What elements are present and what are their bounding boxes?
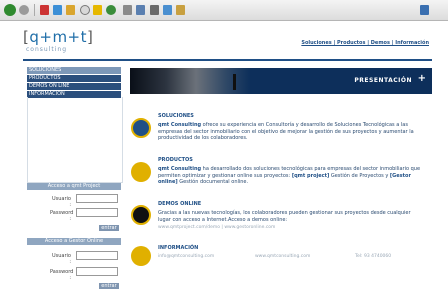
login-qmt-pass-row: Password : [27, 207, 121, 222]
contact-phone: Tel: 93 4740060 [355, 254, 392, 259]
contact-email[interactable]: info@qmtconsulting.com [158, 254, 214, 259]
section-title: PRODUCTOS [158, 157, 193, 163]
login-qmt-user-row: Usuario : [27, 193, 121, 208]
password-label: Password : [50, 269, 74, 281]
search-icon[interactable] [80, 5, 90, 15]
header-divider [23, 59, 432, 61]
print-icon[interactable] [136, 5, 145, 15]
section-title: INFORMACIÓN [158, 245, 199, 251]
company-logo[interactable]: [q+m+t] consulting [23, 28, 94, 54]
home-icon[interactable] [66, 5, 75, 15]
refresh-icon[interactable] [53, 5, 62, 15]
messenger-icon[interactable] [176, 5, 185, 15]
links-icon[interactable] [420, 5, 429, 15]
username-input[interactable] [76, 194, 118, 203]
discuss-icon[interactable] [163, 5, 172, 15]
qmt-project-link[interactable]: [qmt project] [292, 173, 329, 179]
sidebar-menu: SOLUCIONES PRODUCTOS DEMOS ON LINE INFOR… [27, 67, 121, 99]
login-qmt-title: Acceso a qmt Project [27, 183, 121, 190]
browser-toolbar [0, 0, 448, 21]
back-icon[interactable] [4, 4, 16, 16]
login-gestor-title: Acceso a Gestor Online [27, 238, 121, 245]
edit-icon[interactable] [150, 5, 159, 15]
people-icon [131, 118, 151, 138]
top-navigation[interactable]: Soluciones | Productos | Demos | Informa… [301, 40, 429, 46]
password-input[interactable] [76, 267, 118, 276]
info-icon [131, 246, 151, 266]
banner-photo [130, 68, 250, 94]
password-input[interactable] [76, 208, 118, 217]
section-title: DEMOS ONLINE [158, 201, 202, 207]
forward-icon[interactable] [19, 5, 29, 15]
login-qmt-enter-button[interactable]: entrar [99, 225, 119, 231]
login-gestor-user-row: Usuario : [27, 250, 121, 265]
sidebar-item-demos[interactable]: DEMOS ON LINE [27, 83, 121, 91]
logo-wordmark: [q+m+t] [23, 28, 94, 46]
login-gestor-pass-row: Password : [27, 266, 121, 281]
toolbar-separator [34, 4, 35, 16]
mouse-icon [131, 205, 151, 225]
logo-tagline: consulting [26, 46, 67, 53]
section-title: SOLUCIONES [158, 113, 194, 119]
section-text: Gracias a las nuevas tecnologías, los co… [158, 210, 411, 223]
mail-icon[interactable] [123, 5, 132, 15]
presentation-banner: PRESENTACIÓN + [130, 68, 432, 94]
banner-title: PRESENTACIÓN [354, 77, 412, 84]
sidebar-box [27, 97, 123, 183]
history-icon[interactable] [106, 5, 116, 15]
plus-icon[interactable]: + [418, 73, 426, 84]
favorites-icon[interactable] [93, 5, 102, 15]
sidebar-item-soluciones[interactable]: SOLUCIONES [27, 67, 121, 75]
section-text: qmt Consulting ha desarrollado dos soluc… [158, 166, 421, 185]
stop-icon[interactable] [40, 5, 49, 15]
contact-web[interactable]: www.qmtconsulting.com [255, 254, 310, 259]
username-input[interactable] [76, 251, 118, 260]
sidebar-item-productos[interactable]: PRODUCTOS [27, 75, 121, 83]
password-label: Password : [50, 210, 74, 222]
banner-figure [233, 74, 236, 90]
section-text: qmt Consulting ofrece su experiencia en … [158, 122, 414, 141]
username-label: Usuario : [51, 253, 71, 265]
product-icon [131, 162, 151, 182]
login-gestor-enter-button[interactable]: entrar [99, 283, 119, 289]
demo-links[interactable]: www.qmtproject.com/demo | www.gestoronli… [158, 225, 275, 230]
